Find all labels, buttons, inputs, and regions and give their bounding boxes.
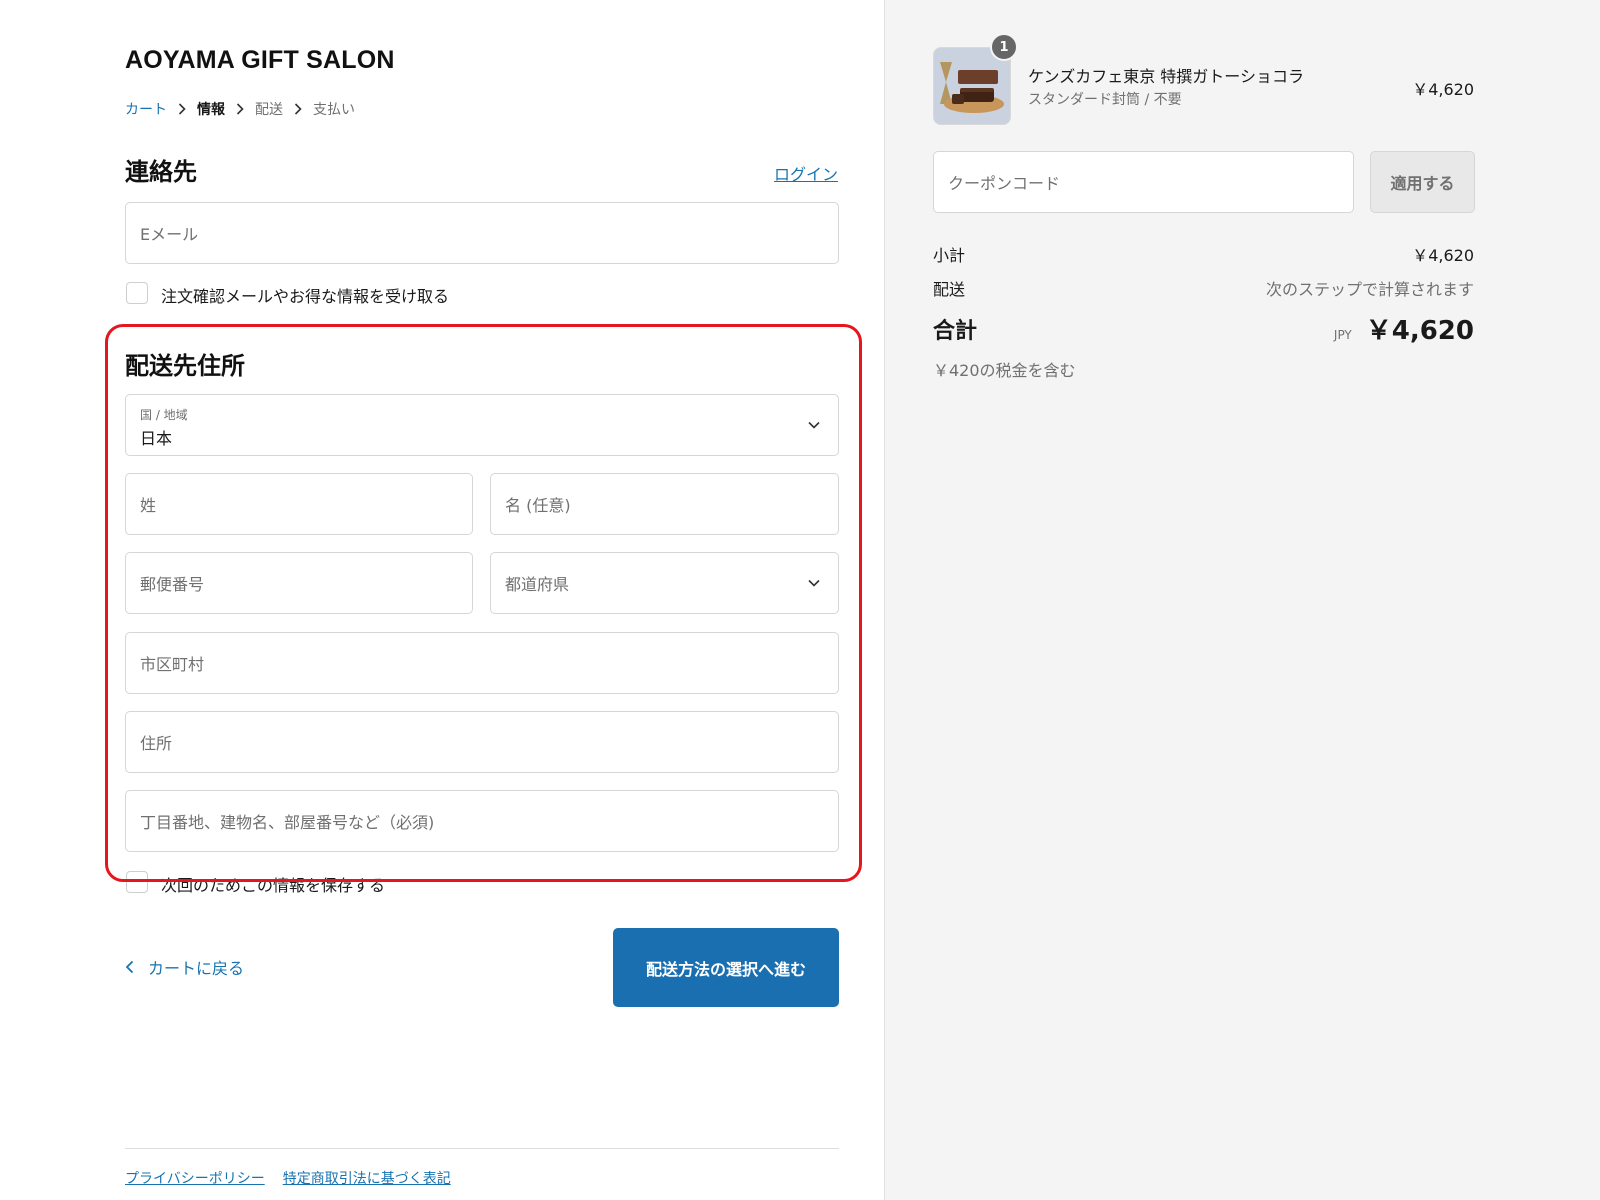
chevron-right-icon: [225, 103, 255, 115]
newsletter-checkbox[interactable]: [126, 282, 148, 304]
subtotal-value: ￥4,620: [1412, 246, 1474, 265]
product-name: ケンズカフェ東京 特撰ガトーショコラ: [1028, 67, 1304, 86]
breadcrumb-shipping: 配送: [255, 102, 283, 118]
quantity-badge: 1: [990, 33, 1018, 61]
coupon-field[interactable]: クーポンコード: [933, 151, 1354, 213]
coupon-placeholder: クーポンコード: [948, 174, 1061, 193]
newsletter-label: 注文確認メールやお得な情報を受け取る: [161, 287, 450, 306]
shipping-value: 次のステップで計算されます: [1265, 280, 1474, 299]
chevron-right-icon: [167, 103, 197, 115]
email-field[interactable]: Eメール: [125, 202, 839, 264]
continue-to-shipping-button[interactable]: 配送方法の選択へ進む: [613, 928, 839, 1007]
currency-code: JPY: [1333, 328, 1352, 342]
contact-heading: 連絡先: [125, 158, 197, 186]
product-variant: スタンダード封筒 / 不要: [1028, 92, 1182, 108]
total-label: 合計: [933, 319, 978, 344]
login-link[interactable]: ログイン: [774, 161, 838, 185]
email-placeholder: Eメール: [140, 225, 199, 244]
back-to-cart-link[interactable]: カートに戻る: [125, 955, 244, 979]
subtotal-label: 小計: [933, 246, 966, 265]
footer-links: プライバシーポリシー 特定商取引法に基づく表記: [125, 1168, 451, 1188]
privacy-policy-link[interactable]: プライバシーポリシー: [125, 1168, 265, 1188]
chevron-right-icon: [283, 103, 313, 115]
total-value: ￥4,620: [1365, 316, 1474, 346]
chevron-left-icon: [125, 960, 134, 974]
apply-coupon-button[interactable]: 適用する: [1370, 151, 1475, 213]
product-price: ￥4,620: [1412, 80, 1474, 99]
shipping-label: 配送: [933, 280, 966, 299]
breadcrumb: カート 情報 配送 支払い: [125, 99, 355, 119]
breadcrumb-cart[interactable]: カート: [125, 99, 167, 119]
tax-note: ￥420の税金を含む: [933, 361, 1076, 380]
checkout-main: AOYAMA GIFT SALON カート 情報 配送 支払い 連絡先 ログイン…: [0, 0, 884, 1200]
footer-divider: [125, 1148, 839, 1149]
shipping-address-highlight: [105, 324, 862, 882]
legal-notice-link[interactable]: 特定商取引法に基づく表記: [283, 1168, 451, 1188]
back-to-cart-label: カートに戻る: [148, 959, 245, 978]
breadcrumb-information: 情報: [197, 102, 225, 118]
breadcrumb-payment: 支払い: [313, 102, 355, 118]
total-amount: JPY ￥4,620: [1334, 310, 1474, 347]
store-title[interactable]: AOYAMA GIFT SALON: [125, 46, 395, 75]
